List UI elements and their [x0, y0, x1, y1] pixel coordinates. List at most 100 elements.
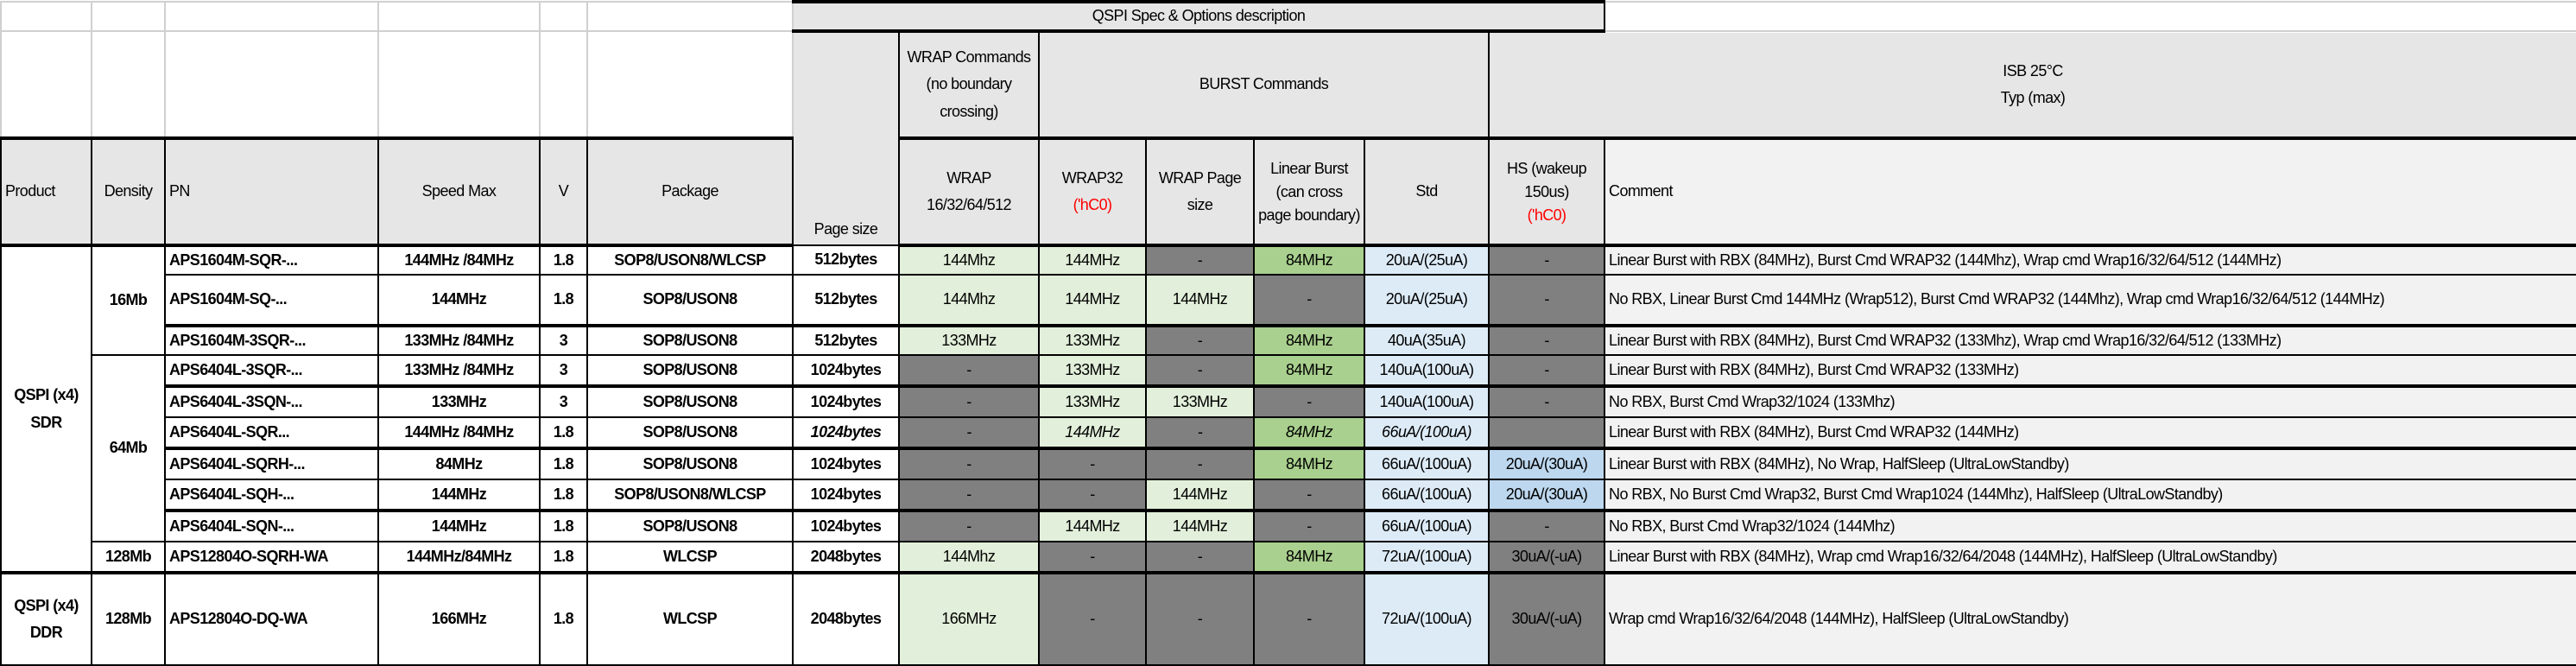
pn-cell: APS12804O-SQRH-WA — [164, 541, 379, 574]
wrap32-cell: 144MHz — [1038, 416, 1147, 449]
wrap32-cell: 144MHz — [1038, 509, 1147, 542]
isb-hs-cell: - — [1487, 324, 1606, 356]
pn-cell: APS1604M-SQR-... — [164, 244, 379, 276]
isb-std-cell: 72uA/(100uA) — [1364, 541, 1490, 574]
isb-hs-cell: 30uA/(-uA) — [1487, 571, 1606, 666]
comment-cell: No RBX, Burst Cmd Wrap32/1024 (133Mhz) — [1604, 384, 2576, 418]
voltage-cell: 1.8 — [539, 274, 588, 327]
isb-hs-cell — [1487, 416, 1606, 449]
page-size-cell: 2048bytes — [792, 541, 900, 574]
speed-cell: 144MHz — [377, 479, 541, 511]
wrap-page-size-cell: - — [1145, 571, 1255, 666]
linear-burst-cell: - — [1253, 479, 1365, 511]
isb-std-cell: 66uA/(100uA) — [1364, 416, 1490, 449]
speed-cell: 133MHz — [377, 384, 541, 418]
page-size-cell: 1024bytes — [792, 354, 900, 387]
speed-cell: 144MHz — [377, 509, 541, 542]
linear-burst-cell: - — [1253, 509, 1365, 542]
wrap-page-size-cell: - — [1145, 541, 1255, 574]
voltage-cell: 1.8 — [539, 541, 588, 574]
isb-line2: Typ (max) — [2000, 89, 2066, 106]
empty-cell — [164, 1, 379, 32]
empty-cell — [91, 30, 166, 140]
wrap32-cell: 144MHz — [1038, 244, 1147, 276]
speed-cell: 144MHz /84MHz — [377, 416, 541, 449]
header-linear-burst: Linear Burst (can cross page boundary) — [1253, 137, 1365, 247]
empty-cell — [539, 1, 588, 32]
table-row: APS6404L-SQRH-... 84MHz 1.8 SOP8/USON8 1024b… — [1, 447, 2576, 480]
wrap-page-size-cell: 144MHz — [1145, 509, 1255, 542]
comment-cell: Linear Burst with RBX (84MHz), Burst Cmd… — [1604, 354, 2576, 387]
comment-cell: No RBX, Burst Cmd Wrap32/1024 (144Mhz) — [1604, 509, 2576, 542]
table-row: 64Mb APS6404L-3SQR-... 133MHz /84MHz 3 SOP8/… — [1, 354, 2576, 542]
voltage-cell: 1.8 — [539, 509, 588, 542]
speed-cell: 144MHz — [377, 274, 541, 327]
pn-cell: APS1604M-3SQR-... — [164, 324, 379, 356]
package-cell: SOP8/USON8/WLCSP — [586, 479, 794, 511]
header-density: Density — [91, 137, 166, 247]
package-cell: SOP8/USON8 — [586, 509, 794, 542]
pn-cell: APS6404L-3SQN-... — [164, 384, 379, 418]
package-cell: SOP8/USON8 — [586, 447, 794, 480]
pn-cell: APS1604M-SQ-... — [164, 274, 379, 327]
isb-hs-cell: - — [1487, 274, 1606, 327]
table-row: APS6404L-3SQN-... 133MHz 3 SOP8/USON8 1024by… — [1, 384, 2576, 418]
wrap-page-size-cell: - — [1145, 416, 1255, 449]
isb-std-cell: 66uA/(100uA) — [1364, 509, 1490, 542]
isb-std-cell: 20uA/(25uA) — [1364, 274, 1490, 327]
hs-note: ('hC0) — [1527, 206, 1566, 224]
header-std: Std — [1364, 137, 1490, 247]
comment-cell: Linear Burst with RBX (84MHz), No Wrap, … — [1604, 447, 2576, 480]
wrap32-cell: 133MHz — [1038, 384, 1147, 418]
header-isb-group: ISB 25°C Typ (max) — [1487, 30, 2576, 140]
empty-cell — [0, 1, 92, 32]
wrap32-cell: - — [1038, 479, 1147, 511]
package-cell: SOP8/USON8 — [586, 354, 794, 387]
speed-cell: 84MHz — [377, 447, 541, 480]
comment-cell: No RBX, No Burst Cmd Wrap32, Burst Cmd W… — [1604, 479, 2576, 511]
page-size-cell: 1024bytes — [792, 479, 900, 511]
speed-cell: 133MHz /84MHz — [377, 324, 541, 356]
table-row: APS6404L-SQN-... 144MHz 1.8 SOP8/USON8 1024b… — [1, 509, 2576, 542]
speed-cell: 166MHz — [377, 571, 541, 666]
wrap-cell: 133MHz — [898, 324, 1040, 356]
table-row: APS6404L-SQR... 144MHz /84MHz 1.8 SOP8/USON… — [1, 416, 2576, 449]
isb-hs-cell: - — [1487, 354, 1606, 387]
page-size-cell: 512bytes — [792, 274, 900, 327]
package-cell: SOP8/USON8/WLCSP — [586, 244, 794, 276]
page-size-cell: 1024bytes — [792, 447, 900, 480]
isb-std-cell: 20uA/(25uA) — [1364, 244, 1490, 276]
linear-burst-cell: 84MHz — [1253, 324, 1365, 356]
header-package: Package — [586, 137, 794, 247]
comment-cell: No RBX, Linear Burst Cmd 144MHz (Wrap512… — [1604, 274, 2576, 327]
wrap-page-size-cell: 144MHz — [1145, 479, 1255, 511]
isb-hs-cell: 20uA/(30uA) — [1487, 479, 1606, 511]
linear-burst-cell: 84MHz — [1253, 447, 1365, 480]
wrap-page-size-cell: - — [1145, 447, 1255, 480]
speed-cell: 133MHz /84MHz — [377, 354, 541, 387]
header-speed-max: Speed Max — [377, 137, 541, 247]
wrap-cell: - — [898, 354, 1040, 387]
voltage-cell: 1.8 — [539, 571, 588, 666]
pn-cell: APS6404L-SQR... — [164, 416, 379, 449]
product-cell: QSPI (x4) SDR — [0, 244, 92, 574]
wrap-page-size-cell: - — [1145, 354, 1255, 387]
isb-hs-cell: - — [1487, 509, 1606, 542]
package-cell: SOP8/USON8 — [586, 416, 794, 449]
linear-burst-cell: 84MHz — [1253, 244, 1365, 276]
wrap-page-size-cell: 133MHz — [1145, 384, 1255, 418]
wrap-cell: - — [898, 447, 1040, 480]
isb-line1: ISB 25°C — [2003, 61, 2063, 79]
voltage-cell: 3 — [539, 354, 588, 387]
header-burst-commands-group: BURST Commands — [1038, 30, 1490, 140]
wrap-page-size-cell: - — [1145, 324, 1255, 356]
header-pn: PN — [164, 137, 379, 247]
isb-hs-cell: - — [1487, 384, 1606, 418]
pn-cell: APS6404L-SQH-... — [164, 479, 379, 511]
wrap32-cell: 144MHz — [1038, 274, 1147, 327]
package-cell: WLCSP — [586, 541, 794, 574]
linear-burst-cell: - — [1253, 571, 1365, 666]
voltage-cell: 1.8 — [539, 479, 588, 511]
package-cell: SOP8/USON8 — [586, 274, 794, 327]
package-cell: SOP8/USON8 — [586, 384, 794, 418]
